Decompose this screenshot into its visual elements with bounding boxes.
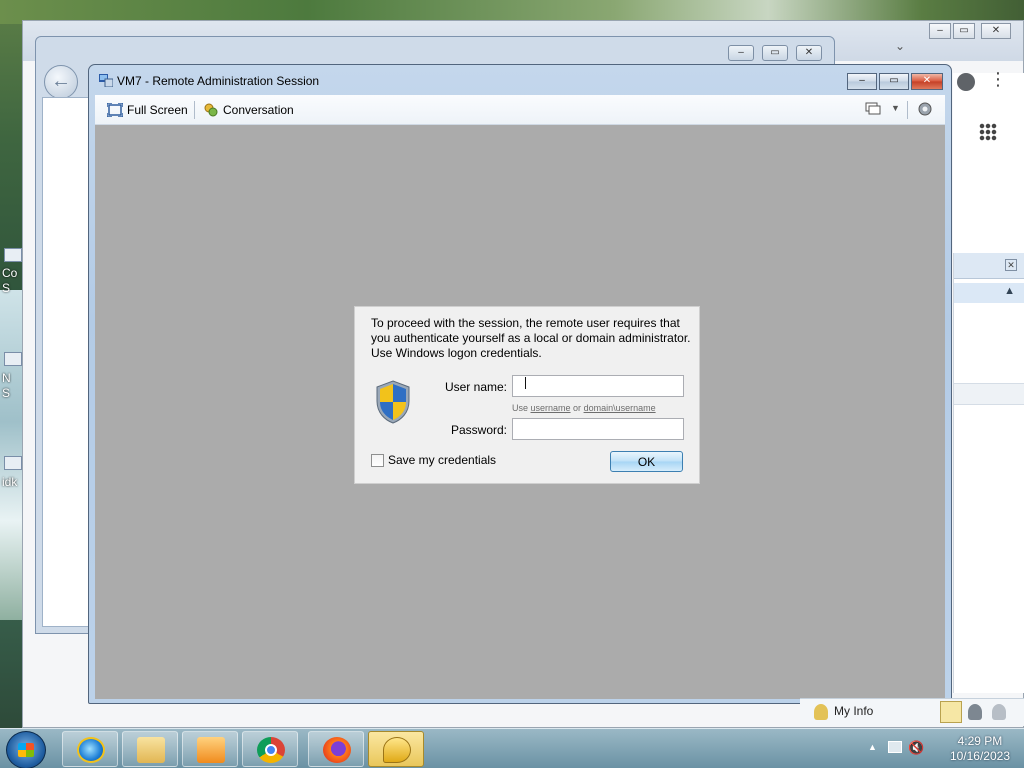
- remote-screen-area[interactable]: To proceed with the session, the remote …: [95, 125, 945, 699]
- full-screen-icon: [107, 103, 123, 117]
- system-tray: ▲ 🔇 4:29 PM 10/16/2023: [860, 729, 1024, 768]
- side-panel-header: ✕: [954, 253, 1024, 279]
- taskbar-lync[interactable]: [368, 731, 424, 767]
- toolbar-separator: [194, 101, 195, 119]
- profile-avatar-icon[interactable]: [957, 73, 975, 91]
- clock-time: 4:29 PM: [957, 734, 1003, 748]
- desktop-icon-label: idk: [2, 475, 18, 489]
- auth-message: To proceed with the session, the remote …: [371, 316, 691, 360]
- bg-window-maximize-button[interactable]: ▭: [762, 45, 788, 61]
- menu-dots-icon[interactable]: ⋮: [989, 69, 1007, 90]
- side-panel: ✕ ▲: [953, 253, 1024, 693]
- firefox-icon: [323, 737, 351, 763]
- chrome-icon: [257, 737, 285, 763]
- side-panel-close-icon[interactable]: ✕: [1005, 259, 1017, 271]
- save-credentials-label: Save my credentials: [388, 453, 497, 467]
- taskbar-internet-explorer[interactable]: [62, 731, 118, 767]
- conversation-label: Conversation: [223, 103, 294, 117]
- apps-grid-icon[interactable]: [979, 123, 997, 141]
- password-field[interactable]: [512, 418, 684, 440]
- clock-date: 10/16/2023: [949, 749, 1010, 763]
- start-button[interactable]: [6, 731, 46, 768]
- toolbar-separator: [907, 101, 908, 119]
- title-bar[interactable]: VM7 - Remote Administration Session – ▭ …: [89, 65, 951, 95]
- browser-toolbar-right: ⋮: [953, 69, 1024, 273]
- desktop-icon[interactable]: [4, 352, 22, 366]
- contacts-tab-icon[interactable]: [940, 701, 962, 723]
- bg-window-close-button[interactable]: ✕: [796, 45, 822, 61]
- taskbar-file-explorer[interactable]: [122, 731, 178, 767]
- session-toolbar: Full Screen Conversation ▼: [95, 95, 945, 125]
- uac-shield-icon: [376, 380, 410, 424]
- username-input[interactable]: [513, 376, 683, 396]
- desktop-icon-label: Co: [2, 266, 18, 280]
- window-title: VM7 - Remote Administration Session: [117, 74, 320, 88]
- settings-gear-icon[interactable]: [917, 101, 933, 117]
- folder-icon: [137, 737, 165, 763]
- desktop-icon-label: N: [2, 371, 11, 385]
- network-icon[interactable]: [888, 741, 902, 753]
- lync-chat-icon: [383, 737, 411, 763]
- show-hidden-icons-chevron-icon[interactable]: ▲: [868, 742, 877, 752]
- windows-logo-icon: [18, 743, 34, 757]
- maximize-button[interactable]: ▭: [879, 73, 909, 90]
- conversation-button[interactable]: Conversation: [203, 101, 294, 119]
- my-info-label[interactable]: My Info: [834, 704, 873, 718]
- save-credentials-checkbox[interactable]: Save my credentials: [371, 453, 496, 467]
- desktop-icon-label: S: [2, 386, 11, 400]
- internet-explorer-icon: [77, 737, 105, 763]
- close-button[interactable]: ✕: [911, 73, 943, 90]
- groups-icon[interactable]: [968, 704, 982, 720]
- ok-button[interactable]: OK: [610, 451, 683, 472]
- collapse-chevron-icon[interactable]: ▲: [1004, 285, 1015, 297]
- hint-username: username: [530, 403, 571, 413]
- back-arrow-icon[interactable]: ←: [44, 65, 78, 99]
- side-panel-row[interactable]: ▲: [954, 283, 1024, 303]
- hint-or: or: [570, 403, 584, 413]
- conversation-icon: [204, 103, 218, 117]
- lync-status-bar: My Info: [800, 698, 1024, 726]
- password-input[interactable]: [513, 419, 683, 439]
- desktop-icon[interactable]: [4, 456, 22, 470]
- media-player-icon: [197, 737, 225, 763]
- browser-minimize-button[interactable]: –: [929, 23, 951, 39]
- taskbar-media-player[interactable]: [182, 731, 238, 767]
- full-screen-button[interactable]: Full Screen: [107, 101, 188, 119]
- checkbox-box[interactable]: [371, 453, 384, 467]
- taskbar: ▲ 🔇 4:29 PM 10/16/2023: [0, 728, 1024, 768]
- display-settings-icon[interactable]: [865, 101, 881, 117]
- side-panel-row[interactable]: [954, 383, 1024, 405]
- username-label: User name:: [444, 380, 507, 394]
- tab-search-icon[interactable]: ⌄: [895, 39, 905, 53]
- desktop-icon[interactable]: [4, 248, 22, 262]
- authentication-dialog: To proceed with the session, the remote …: [354, 306, 700, 484]
- text-cursor-icon: [525, 377, 527, 389]
- taskbar-firefox[interactable]: [308, 731, 364, 767]
- minimize-button[interactable]: –: [847, 73, 877, 90]
- remote-admin-window: VM7 - Remote Administration Session – ▭ …: [88, 64, 952, 704]
- bg-window-minimize-button[interactable]: –: [728, 45, 754, 61]
- hint-domain-username: domain\username: [583, 403, 656, 413]
- system-clock[interactable]: 4:29 PM 10/16/2023: [950, 734, 1010, 764]
- taskbar-chrome[interactable]: [242, 731, 298, 767]
- username-hint: Use username or domain\username: [512, 403, 656, 413]
- display-dropdown-chevron-icon[interactable]: ▼: [891, 103, 900, 113]
- password-label: Password:: [450, 423, 507, 437]
- username-field[interactable]: [512, 375, 684, 397]
- full-screen-label: Full Screen: [127, 103, 188, 117]
- volume-muted-icon[interactable]: 🔇: [908, 740, 924, 756]
- desktop-icon-label: S: [2, 281, 11, 295]
- contact-person-icon[interactable]: [992, 704, 1006, 720]
- desktop-wallpaper-waterfall: [0, 290, 22, 620]
- browser-maximize-button[interactable]: ▭: [953, 23, 975, 39]
- browser-close-button[interactable]: ✕: [981, 23, 1011, 39]
- hint-prefix: Use: [512, 403, 531, 413]
- remote-admin-app-icon: [99, 74, 113, 87]
- presence-person-icon: [814, 704, 828, 720]
